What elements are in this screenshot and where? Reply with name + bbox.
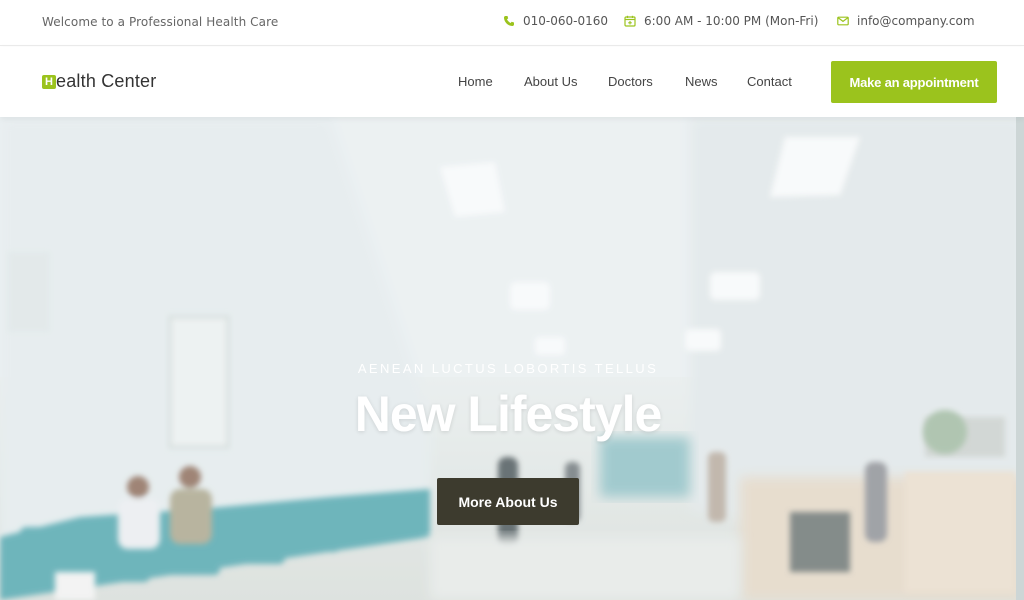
phone-contact[interactable]: 010-060-0160	[503, 14, 608, 28]
phone-icon	[503, 15, 515, 27]
envelope-icon	[837, 15, 849, 27]
logo-mark: H	[42, 74, 56, 89]
hero-title: New Lifestyle	[354, 386, 663, 442]
nav-doctors[interactable]: Doctors	[608, 74, 653, 89]
page-scrollbar[interactable]	[1016, 117, 1024, 600]
email-contact[interactable]: info@company.com	[837, 14, 975, 28]
welcome-text: Welcome to a Professional Health Care	[42, 15, 279, 29]
nav-contact[interactable]: Contact	[747, 74, 792, 89]
nav-home[interactable]: Home	[458, 74, 493, 89]
nav-news[interactable]: News	[685, 74, 718, 89]
logo-text: ealth Center	[56, 71, 157, 91]
phone-number: 010-060-0160	[523, 14, 609, 28]
calendar-icon	[624, 15, 636, 27]
hours-text: 6:00 AM - 10:00 PM (Mon-Fri)	[644, 14, 819, 28]
hero-section: AENEAN LUCTUS LOBORTIS TELLUS New Lifest…	[0, 117, 1024, 600]
nav-about-us[interactable]: About Us	[524, 74, 577, 89]
site-logo[interactable]: H ealth Center	[42, 71, 156, 92]
main-header: H ealth Center Home About Us Doctors New…	[0, 47, 1024, 117]
top-bar: Welcome to a Professional Health Care 01…	[0, 0, 1024, 46]
make-appointment-button[interactable]: Make an appointment	[831, 61, 997, 103]
more-about-us-button[interactable]: More About Us	[437, 478, 579, 525]
hero-kicker: AENEAN LUCTUS LOBORTIS TELLUS	[357, 361, 659, 376]
email-address: info@company.com	[857, 14, 975, 28]
hero-overlay	[0, 117, 1024, 600]
opening-hours: 6:00 AM - 10:00 PM (Mon-Fri)	[624, 14, 818, 28]
